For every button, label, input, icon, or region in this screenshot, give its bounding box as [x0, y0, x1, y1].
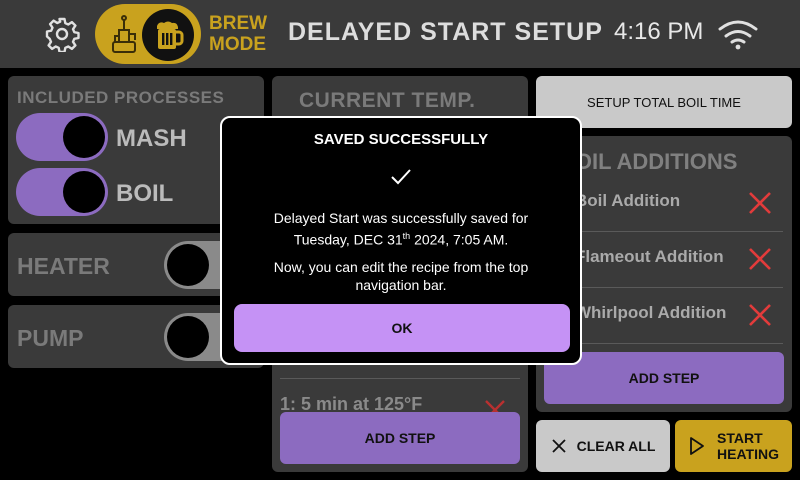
- dialog-message-date: Tuesday, DEC 31th 2024, 7:05 AM.: [242, 227, 560, 249]
- dialog-message: Delayed Start was successfully saved for…: [242, 209, 560, 249]
- delete-x-icon[interactable]: [747, 246, 773, 272]
- ok-button[interactable]: OK: [234, 304, 570, 352]
- toggle-knob: [167, 316, 209, 358]
- boil-toggle[interactable]: [16, 168, 108, 216]
- checkmark-icon: [391, 169, 411, 185]
- gear-icon[interactable]: [44, 16, 80, 52]
- pump-label: PUMP: [17, 325, 84, 351]
- boil-additions-title: BOIL ADDITIONS: [559, 149, 738, 174]
- addition-name: Boil Addition: [575, 191, 681, 210]
- wifi-icon: [718, 20, 758, 50]
- clock: 4:16 PM: [614, 18, 704, 45]
- mash-label: MASH: [116, 125, 187, 152]
- step-divider: [280, 378, 520, 379]
- clear-all-button[interactable]: CLEAR ALL: [536, 420, 670, 472]
- delete-x-icon[interactable]: [747, 302, 773, 328]
- start-heating-line2: HEATING: [717, 446, 779, 462]
- mode-toggle-knob: [142, 9, 194, 61]
- add-mash-step-button[interactable]: ADD STEP: [280, 412, 520, 464]
- beer-mug-icon: [157, 21, 184, 49]
- play-icon: [690, 437, 704, 455]
- mash-toggle[interactable]: [16, 113, 108, 161]
- brew-mode-toggle[interactable]: [95, 4, 201, 64]
- close-icon: [551, 439, 566, 453]
- top-bar: BREW MODE DELAYED START SETUP 4:16 PM: [0, 0, 800, 68]
- dialog-title: SAVED SUCCESSFULLY: [313, 131, 489, 148]
- boil-label: BOIL: [116, 180, 174, 207]
- current-temp-title: CURRENT TEMP.: [299, 89, 476, 112]
- mode-label-line1: BREW: [209, 13, 268, 34]
- mode-label-line2: MODE: [209, 34, 266, 55]
- distiller-icon: [112, 15, 136, 53]
- start-heating-line1: START: [717, 430, 763, 446]
- addition-name: Flameout Addition: [575, 247, 724, 266]
- date-year-time: 2024, 7:05 AM.: [410, 231, 509, 248]
- start-heating-button[interactable]: START HEATING: [675, 420, 792, 472]
- included-processes-title: INCLUDED PROCESSES: [17, 88, 225, 107]
- toggle-knob: [167, 244, 209, 286]
- mode-label: BREW MODE: [209, 13, 267, 55]
- clear-all-label: CLEAR ALL: [576, 438, 656, 454]
- dialog-message-line1: Delayed Start was successfully saved for: [273, 210, 529, 226]
- toggle-knob: [63, 116, 105, 158]
- date-text: Tuesday, DEC 31: [293, 231, 403, 248]
- delete-x-icon[interactable]: [747, 190, 773, 216]
- start-heating-label: START HEATING: [717, 430, 779, 462]
- dialog-message-secondary: Now, you can edit the recipe from the to…: [273, 259, 529, 293]
- heater-label: HEATER: [17, 253, 110, 279]
- toggle-knob: [63, 171, 105, 213]
- saved-success-dialog: SAVED SUCCESSFULLY Delayed Start was suc…: [220, 116, 582, 365]
- page-title: DELAYED START SETUP: [288, 18, 603, 46]
- addition-name: Whirlpool Addition: [575, 303, 727, 322]
